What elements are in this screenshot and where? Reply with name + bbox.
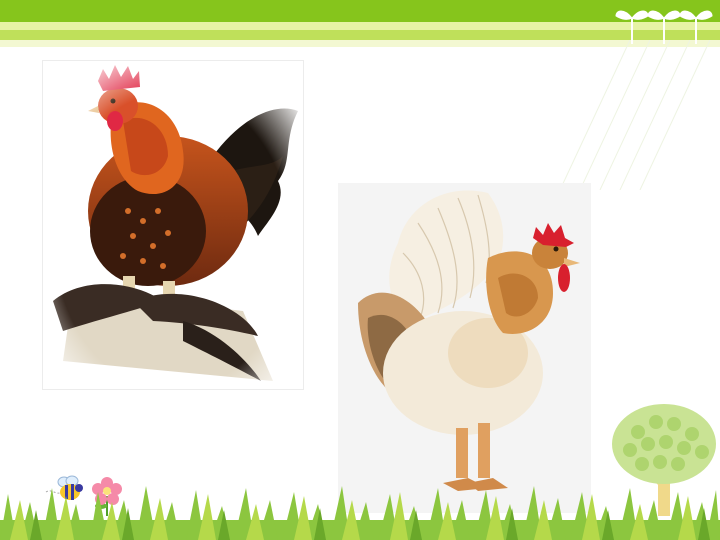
sprout-icon xyxy=(679,10,713,44)
diagonal-hatch-decoration xyxy=(559,40,711,190)
grass-border-decoration xyxy=(0,486,720,540)
rooster-illustration xyxy=(43,61,303,389)
sprout-icon xyxy=(647,10,681,44)
rooster-photo-left xyxy=(42,60,304,390)
rooster-illustration xyxy=(338,183,591,513)
rooster-photo-right xyxy=(338,183,591,513)
sprout-icon xyxy=(615,10,649,44)
slide-canvas xyxy=(0,0,720,540)
sprouts-decoration xyxy=(615,10,713,44)
